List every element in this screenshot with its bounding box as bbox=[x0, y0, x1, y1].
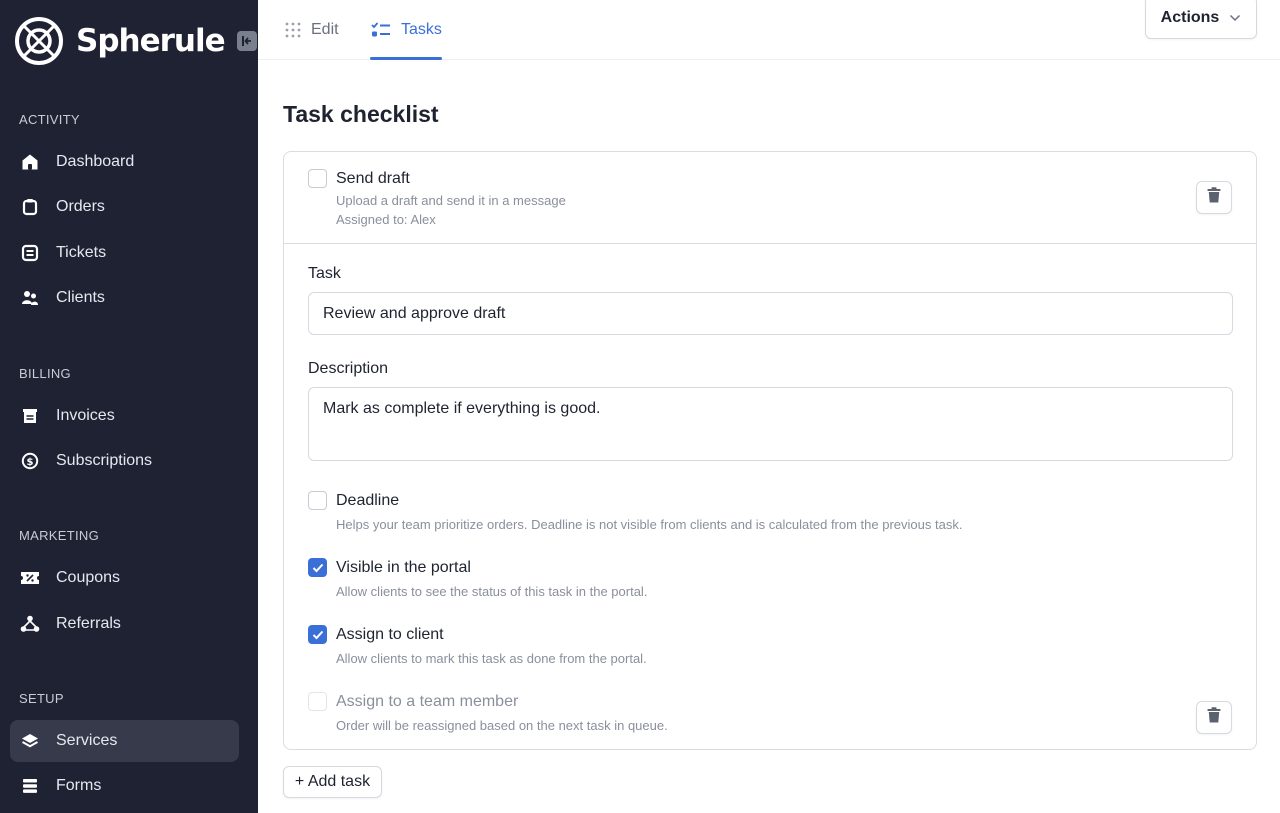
actions-label: Actions bbox=[1160, 8, 1220, 26]
clipboard-icon bbox=[20, 197, 40, 217]
ticket-icon bbox=[20, 243, 40, 263]
sidebar-item-dashboard[interactable]: Dashboard bbox=[10, 141, 239, 183]
grip-icon bbox=[285, 22, 301, 38]
divider bbox=[284, 243, 1256, 244]
option-description: Allow clients to see the status of this … bbox=[336, 584, 648, 599]
sidebar-item-forms[interactable]: Forms bbox=[10, 765, 239, 807]
svg-text:$: $ bbox=[27, 457, 34, 468]
sidebar-item-label: Coupons bbox=[56, 569, 121, 586]
actions-dropdown-button[interactable]: Actions bbox=[1145, 0, 1257, 39]
option-title: Deadline bbox=[336, 492, 400, 509]
trash-icon bbox=[1207, 707, 1221, 728]
active-tab-indicator bbox=[370, 57, 442, 60]
sidebar-item-label: Referrals bbox=[56, 615, 121, 632]
home-icon bbox=[20, 152, 40, 172]
share-icon bbox=[20, 614, 40, 634]
receipt-icon bbox=[20, 406, 40, 426]
collapse-sidebar-icon[interactable] bbox=[236, 31, 257, 51]
sidebar-item-services[interactable]: Services bbox=[10, 720, 239, 762]
dollar-cycle-icon: $ bbox=[20, 451, 40, 471]
users-icon bbox=[20, 288, 40, 308]
sidebar-item-label: Clients bbox=[56, 289, 105, 306]
checkmark-icon bbox=[312, 630, 323, 639]
trash-icon bbox=[1207, 187, 1221, 208]
delete-task-button[interactable] bbox=[1196, 701, 1232, 734]
brand-name: Spherule bbox=[76, 23, 226, 59]
option-description: Allow clients to mark this task as done … bbox=[336, 651, 647, 666]
sidebar-item-clients[interactable]: Clients bbox=[10, 277, 239, 319]
sidebar-item-invoices[interactable]: Invoices bbox=[10, 395, 239, 437]
visible-in-portal-checkbox[interactable] bbox=[308, 558, 327, 577]
deadline-checkbox[interactable] bbox=[308, 491, 327, 510]
spherule-logo-icon bbox=[15, 17, 63, 65]
tab-label: Tasks bbox=[401, 21, 442, 38]
section-title-setup: SETUP bbox=[19, 691, 64, 706]
description-textarea[interactable]: Mark as complete if everything is good. bbox=[308, 387, 1233, 461]
layers-icon bbox=[20, 731, 40, 751]
description-field-label: Description bbox=[308, 360, 389, 377]
sidebar-item-label: Services bbox=[56, 732, 118, 749]
sidebar-item-referrals[interactable]: Referrals bbox=[10, 603, 239, 645]
section-title-activity: ACTIVITY bbox=[19, 112, 80, 127]
tab-edit[interactable]: Edit bbox=[285, 0, 339, 60]
option-description: Order will be reassigned based on the ne… bbox=[336, 718, 668, 733]
task-title: Send draft bbox=[336, 170, 410, 187]
page-title: Task checklist bbox=[283, 101, 439, 127]
delete-task-button[interactable] bbox=[1196, 181, 1232, 214]
add-task-button[interactable]: + Add task bbox=[283, 766, 382, 798]
top-bar: Edit Tasks Actions bbox=[258, 0, 1280, 60]
task-checkbox-send-draft[interactable] bbox=[308, 169, 327, 188]
sidebar-item-label: Forms bbox=[56, 777, 102, 794]
coupon-icon bbox=[20, 568, 40, 588]
task-name-input[interactable]: Review and approve draft bbox=[308, 292, 1233, 335]
chevron-down-icon bbox=[1229, 9, 1241, 27]
tab-tasks[interactable]: Tasks bbox=[371, 0, 442, 60]
task-field-label: Task bbox=[308, 265, 341, 282]
option-title: Assign to a team member bbox=[336, 693, 519, 710]
sidebar-item-coupons[interactable]: Coupons bbox=[10, 557, 239, 599]
tab-label: Edit bbox=[311, 21, 339, 38]
task-assignee: Assigned to: Alex bbox=[336, 212, 436, 227]
list-icon bbox=[20, 776, 40, 796]
brand[interactable]: Spherule bbox=[14, 14, 257, 68]
sidebar: Spherule ACTIVITY Dashboard Orders Ticke… bbox=[0, 0, 258, 813]
sidebar-item-orders[interactable]: Orders bbox=[10, 186, 239, 228]
sidebar-item-subscriptions[interactable]: $ Subscriptions bbox=[10, 440, 239, 482]
checklist-icon bbox=[371, 22, 391, 38]
task-description: Upload a draft and send it in a message bbox=[336, 193, 566, 208]
checkmark-icon bbox=[312, 563, 323, 572]
option-title: Assign to client bbox=[336, 626, 444, 643]
section-title-billing: BILLING bbox=[19, 366, 71, 381]
task-checklist-card: Send draft Upload a draft and send it in… bbox=[283, 151, 1257, 750]
sidebar-item-label: Invoices bbox=[56, 407, 115, 424]
sidebar-item-label: Dashboard bbox=[56, 153, 135, 170]
sidebar-item-tickets[interactable]: Tickets bbox=[10, 232, 239, 274]
sidebar-item-label: Orders bbox=[56, 198, 105, 215]
option-description: Helps your team prioritize orders. Deadl… bbox=[336, 517, 963, 532]
option-title: Visible in the portal bbox=[336, 559, 471, 576]
assign-to-client-checkbox[interactable] bbox=[308, 625, 327, 644]
assign-team-member-checkbox bbox=[308, 692, 327, 711]
sidebar-item-label: Tickets bbox=[56, 244, 107, 261]
section-title-marketing: MARKETING bbox=[19, 528, 99, 543]
sidebar-item-label: Subscriptions bbox=[56, 452, 153, 469]
